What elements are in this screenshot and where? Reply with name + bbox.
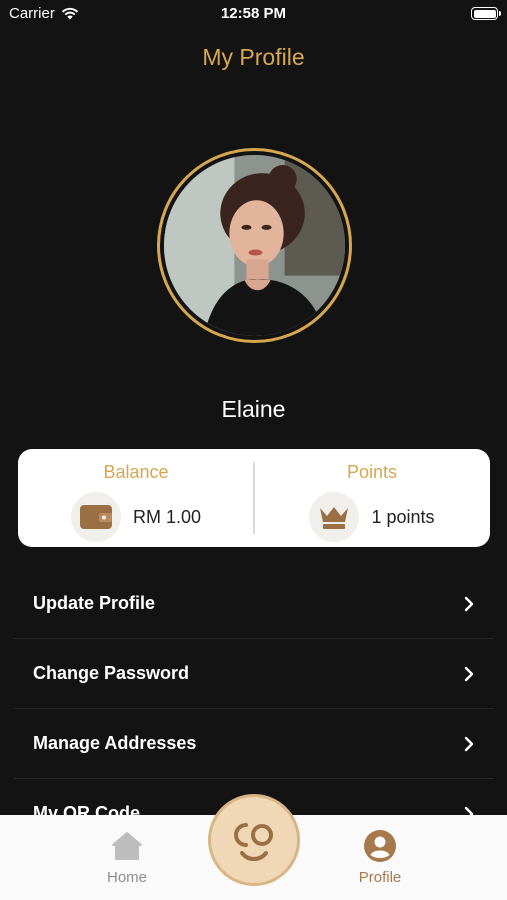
- tab-profile-label: Profile: [358, 869, 402, 886]
- status-time: 12:58 PM: [220, 5, 287, 22]
- avatar[interactable]: [164, 155, 345, 336]
- home-icon: [112, 832, 142, 860]
- center-logo-button[interactable]: [208, 794, 300, 886]
- avatar-ring: [157, 148, 352, 343]
- points-stat[interactable]: Points 1 points: [254, 449, 490, 547]
- wallet-icon: [70, 492, 121, 542]
- chevron-right-icon: [464, 596, 474, 611]
- user-circle-icon: [364, 830, 396, 862]
- points-value: 1 points: [371, 506, 435, 527]
- page-title: My Profile: [202, 44, 305, 70]
- menu-item-label: Change Password: [33, 663, 190, 683]
- menu-item-manage-addresses[interactable]: Manage Addresses: [14, 709, 494, 779]
- balance-stat[interactable]: Balance RM 1.00: [18, 449, 254, 547]
- balance-label: Balance: [103, 462, 169, 482]
- stats-card: Balance RM 1.00 Points 1 points: [18, 449, 490, 547]
- profile-photo: [164, 155, 345, 336]
- chevron-right-icon: [464, 666, 474, 681]
- status-bar: Carrier 12:58 PM: [0, 0, 507, 30]
- co-logo-icon: [234, 823, 273, 861]
- balance-value: RM 1.00: [132, 506, 202, 527]
- battery-icon: [471, 7, 501, 20]
- menu-item-label: Update Profile: [33, 593, 156, 613]
- menu-item-label: Manage Addresses: [33, 733, 197, 753]
- chevron-right-icon: [464, 736, 474, 751]
- menu-item-update-profile[interactable]: Update Profile: [14, 569, 494, 639]
- tab-profile[interactable]: Profile: [330, 829, 430, 886]
- tab-home[interactable]: Home: [77, 829, 177, 886]
- menu-item-change-password[interactable]: Change Password: [14, 639, 494, 709]
- points-label: Points: [346, 462, 398, 482]
- crown-icon: [309, 492, 360, 542]
- user-name: Elaine: [221, 396, 286, 422]
- tab-home-label: Home: [106, 869, 147, 886]
